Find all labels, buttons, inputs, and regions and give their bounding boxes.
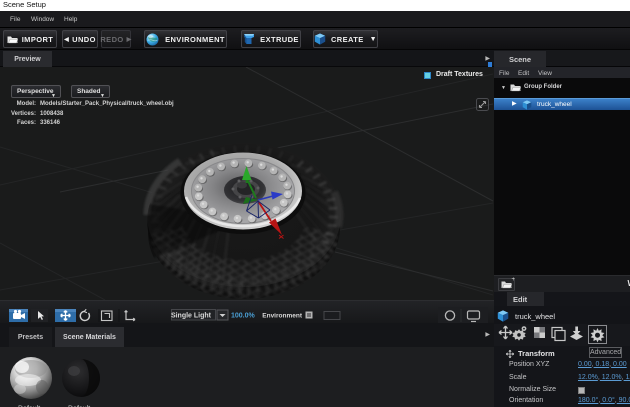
svg-text:Environment: Environment: [262, 313, 303, 320]
svg-text:Single Light: Single Light: [171, 313, 212, 320]
svg-text:100.0%: 100.0%: [231, 313, 256, 320]
